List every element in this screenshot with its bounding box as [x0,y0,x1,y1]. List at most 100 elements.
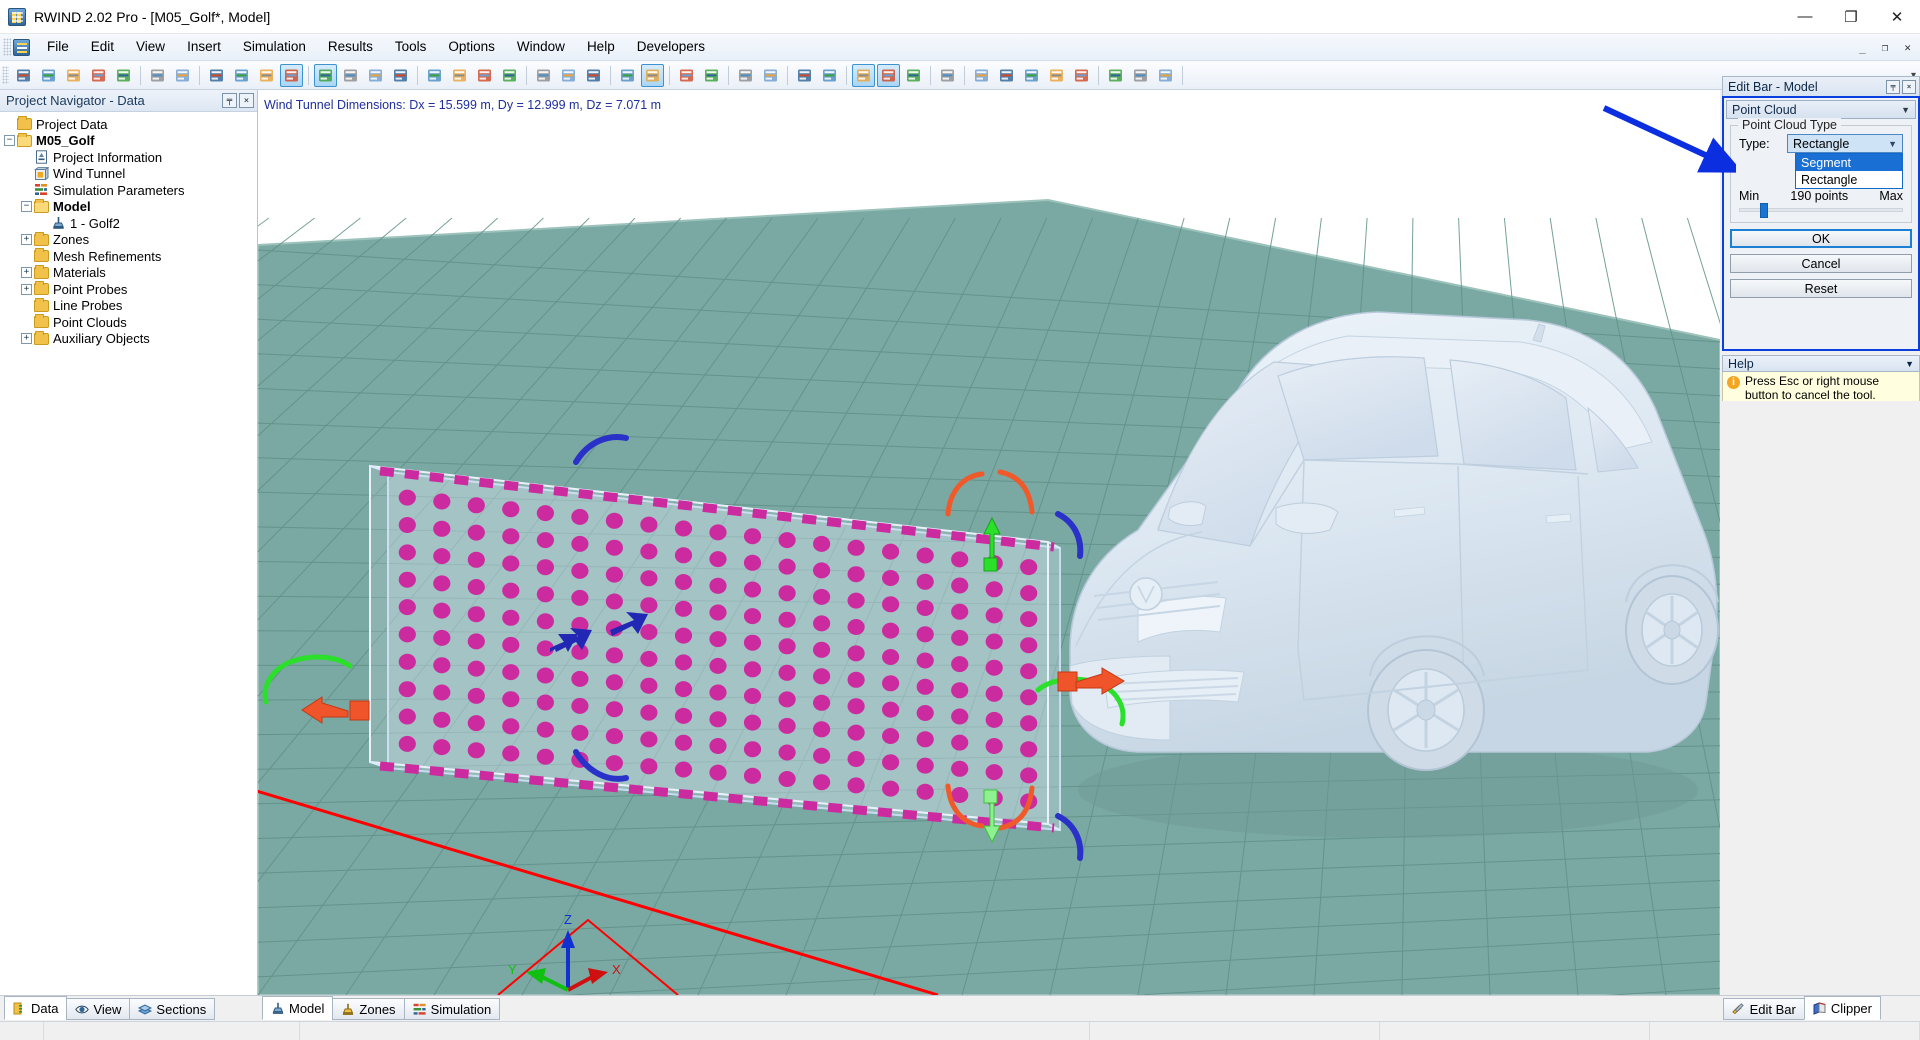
show-mesh-icon[interactable] [902,64,925,87]
zoom-find-icon[interactable] [473,64,496,87]
tree-expander-plus[interactable]: + [21,234,32,245]
cut-tool-icon[interactable] [1129,64,1152,87]
tree-item-mesh-refinements[interactable]: Mesh Refinements [4,248,257,265]
slice-icon[interactable] [1020,64,1043,87]
mdi-close-button[interactable]: ✕ [1901,41,1914,54]
tab-model[interactable]: Model [262,996,333,1020]
zoom-all-icon[interactable] [498,64,521,87]
point-density-slider[interactable] [1739,208,1903,212]
view-rotate-y-icon[interactable] [364,64,387,87]
tree-item-zones[interactable]: +Zones [4,232,257,249]
navigator-close-button[interactable]: × [239,93,254,108]
reset-button[interactable]: Reset [1730,279,1912,298]
open-file-icon[interactable] [37,64,60,87]
help-header[interactable]: Help ▼ [1722,355,1920,372]
menu-item-help[interactable]: Help [576,35,626,59]
tab-edit-bar[interactable]: Edit Bar [1723,998,1805,1020]
tab-view[interactable]: View [66,998,130,1020]
scissors-icon[interactable] [1154,64,1177,87]
menu-item-insert[interactable]: Insert [176,35,232,59]
print-icon[interactable] [112,64,135,87]
tree-item-project-information[interactable]: Project Information [4,149,257,166]
menu-item-options[interactable]: Options [437,35,506,59]
box-display-icon[interactable] [700,64,723,87]
tree-item-materials[interactable]: +Materials [4,265,257,282]
tree-expander-minus[interactable]: − [21,201,32,212]
tree-expander-minus[interactable]: − [4,135,15,146]
volume-icon[interactable] [1045,64,1068,87]
tree-item-point-probes[interactable]: +Point Probes [4,281,257,298]
tree-item-point-clouds[interactable]: Point Clouds [4,314,257,331]
cancel-button[interactable]: Cancel [1730,254,1912,273]
zoom-window-icon[interactable] [448,64,471,87]
tree-item-auxiliary-objects[interactable]: +Auxiliary Objects [4,331,257,348]
save-as-icon[interactable] [87,64,110,87]
view-isometric-icon[interactable] [314,64,337,87]
tree-item-model[interactable]: −Model [4,199,257,216]
tab-simulation[interactable]: Simulation [404,998,501,1020]
new-file-icon[interactable] [12,64,35,87]
tab-clipper[interactable]: Clipper [1804,996,1881,1020]
minimize-button[interactable]: — [1782,0,1828,34]
wireframe-icon[interactable] [616,64,639,87]
model-viewport-3d[interactable]: Wind Tunnel Dimensions: Dx = 15.599 m, D… [258,90,1720,995]
tree-item-simulation-parameters[interactable]: Simulation Parameters [4,182,257,199]
render-solid-icon[interactable] [423,64,446,87]
object-type-combo[interactable]: Point Cloud ▼ [1726,100,1916,119]
tree-item-project-data[interactable]: Project Data [4,116,257,133]
select-rectangle-icon[interactable] [280,64,303,87]
tree-item-wind-tunnel[interactable]: Wind Tunnel [4,166,257,183]
edit-bar-close-button[interactable]: × [1902,80,1916,94]
tree-expander-plus[interactable]: + [21,333,32,344]
tree-item-1-golf2[interactable]: 1 - Golf2 [4,215,257,232]
type-option-rectangle[interactable]: Rectangle [1796,171,1902,188]
show-model-icon[interactable] [877,64,900,87]
solid-model-icon[interactable] [641,64,664,87]
menu-item-window[interactable]: Window [506,35,576,59]
menu-item-results[interactable]: Results [317,35,384,59]
rotate-cw-icon[interactable] [582,64,605,87]
hatch-icon[interactable] [734,64,757,87]
tree-expander-plus[interactable]: + [21,284,32,295]
ok-button[interactable]: OK [1730,229,1912,248]
slider-thumb[interactable] [1760,203,1768,218]
colors-icon[interactable] [675,64,698,87]
close-button[interactable]: ✕ [1874,0,1920,34]
navigator-pin-button[interactable]: ╤ [222,93,237,108]
type-dropdown-list[interactable]: Segment Rectangle [1795,153,1903,189]
tab-zones[interactable]: Zones [332,998,404,1020]
mdi-minimize-button[interactable]: _ [1856,41,1869,54]
clipper-box-icon[interactable] [970,64,993,87]
flow-lines-icon[interactable] [793,64,816,87]
tree-item-m05-golf[interactable]: −M05_Golf [4,133,257,150]
mdi-restore-button[interactable]: ❐ [1879,41,1892,54]
menu-item-simulation[interactable]: Simulation [232,35,317,59]
edit-bar-pin-button[interactable]: ╤ [1886,80,1900,94]
select-node-icon[interactable] [255,64,278,87]
rotate-view-icon[interactable] [532,64,555,87]
layers-icon[interactable] [936,64,959,87]
menu-item-view[interactable]: View [125,35,176,59]
list-icon[interactable] [759,64,782,87]
streamlines-icon[interactable] [818,64,841,87]
menu-item-tools[interactable]: Tools [384,35,438,59]
menu-item-file[interactable]: File [36,35,80,59]
pick-tool-icon[interactable] [1104,64,1127,87]
menu-item-developers[interactable]: Developers [626,35,716,59]
tab-data[interactable]: Data [4,996,67,1020]
view-rotate-x-icon[interactable] [339,64,362,87]
select-visible-icon[interactable] [230,64,253,87]
chevron-down-icon[interactable]: ▼ [1905,359,1914,369]
plane-section-icon[interactable] [995,64,1018,87]
save-icon[interactable] [62,64,85,87]
show-surfaces-icon[interactable] [852,64,875,87]
tree-expander-plus[interactable]: + [21,267,32,278]
select-all-icon[interactable] [205,64,228,87]
type-option-segment[interactable]: Segment [1796,154,1902,171]
tab-sections[interactable]: Sections [129,998,215,1020]
undo-icon[interactable] [146,64,169,87]
type-select[interactable]: Rectangle ▼ [1787,134,1903,153]
redo-icon[interactable] [171,64,194,87]
rotate-ccw-icon[interactable] [557,64,580,87]
maximize-button[interactable]: ❐ [1828,0,1874,34]
